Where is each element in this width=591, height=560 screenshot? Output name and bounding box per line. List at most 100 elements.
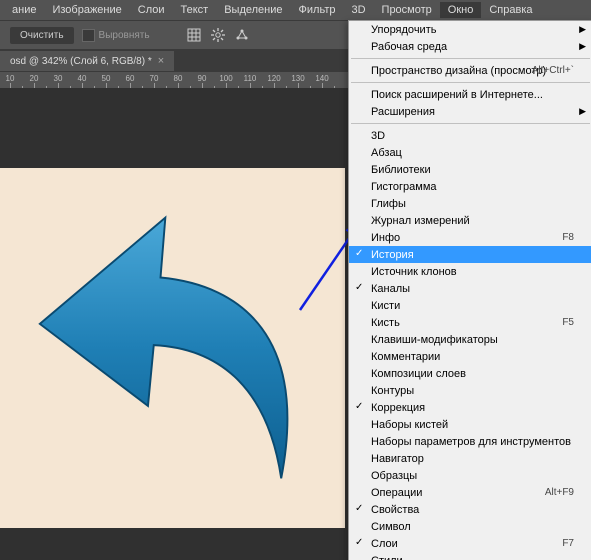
align-label: Выровнять: [99, 30, 150, 41]
menu-item-слои[interactable]: ✓ Слои F7: [349, 535, 591, 552]
menu-item-label: Свойства: [371, 504, 419, 516]
menu-item-свойства[interactable]: ✓Свойства: [349, 501, 591, 518]
checkbox-icon: [82, 29, 95, 42]
menu-shortcut: F5: [562, 317, 574, 328]
menu-item-комментарии[interactable]: Комментарии: [349, 348, 591, 365]
menu-item-поиск-расширений-в-интернете-[interactable]: Поиск расширений в Интернете...: [349, 86, 591, 103]
menu-separator: [351, 58, 590, 59]
menu-separator: [351, 123, 590, 124]
ruler-tick-label: 10: [6, 74, 15, 83]
menu-item-наборы-кистей[interactable]: Наборы кистей: [349, 416, 591, 433]
ruler-tick-label: 120: [267, 74, 280, 83]
ruler-tick-label: 90: [198, 74, 207, 83]
menu-item-label: Клавиши-модификаторы: [371, 334, 498, 346]
ruler-tick-label: 100: [219, 74, 232, 83]
menu-item-источник-клонов[interactable]: Источник клонов: [349, 263, 591, 280]
menu-item-библиотеки[interactable]: Библиотеки: [349, 161, 591, 178]
menu-текст[interactable]: Текст: [173, 2, 217, 18]
menu-item-рабочая-среда[interactable]: Рабочая среда▶: [349, 38, 591, 55]
menu-item-операции[interactable]: Операции Alt+F9: [349, 484, 591, 501]
ruler-tick-label: 80: [174, 74, 183, 83]
menu-item-навигатор[interactable]: Навигатор: [349, 450, 591, 467]
menu-shortcut: F7: [562, 538, 574, 549]
menu-item-label: Журнал измерений: [371, 215, 470, 227]
menu-item-каналы[interactable]: ✓Каналы: [349, 280, 591, 297]
clear-button[interactable]: Очистить: [10, 27, 74, 44]
menu-item-label: Комментарии: [371, 351, 440, 363]
ruler-tick-label: 110: [244, 74, 257, 83]
menu-item-журнал-измерений[interactable]: Журнал измерений: [349, 212, 591, 229]
ruler-tick-label: 50: [102, 74, 111, 83]
document-tab[interactable]: osd @ 342% (Слой 6, RGB/8) * ×: [0, 51, 174, 71]
menu-item-label: Рабочая среда: [371, 41, 447, 53]
menu-item-label: Глифы: [371, 198, 406, 210]
menu-item-символ[interactable]: Символ: [349, 518, 591, 535]
ruler-tick-label: 130: [291, 74, 304, 83]
menu-3d[interactable]: 3D: [343, 2, 373, 18]
ruler-tick-label: 140: [315, 74, 328, 83]
gear-icon[interactable]: [210, 27, 226, 43]
menu-item-label: Наборы параметров для инструментов: [371, 436, 571, 448]
menu-item-label: Источник клонов: [371, 266, 457, 278]
menu-item-наборы-параметров-для-инструментов[interactable]: Наборы параметров для инструментов: [349, 433, 591, 450]
menu-справка[interactable]: Справка: [481, 2, 540, 18]
menu-item-кисти[interactable]: Кисти: [349, 297, 591, 314]
menu-изображение[interactable]: Изображение: [44, 2, 129, 18]
menu-item-образцы[interactable]: Образцы: [349, 467, 591, 484]
menu-item-коррекция[interactable]: ✓Коррекция: [349, 399, 591, 416]
ruler-tick-label: 60: [126, 74, 135, 83]
menu-фильтр[interactable]: Фильтр: [291, 2, 344, 18]
menu-item-label: Каналы: [371, 283, 410, 295]
menu-слои[interactable]: Слои: [130, 2, 173, 18]
menu-item-инфо[interactable]: ИнфоF8: [349, 229, 591, 246]
menu-item-label: Библиотеки: [371, 164, 431, 176]
canvas-arrow-shape: [30, 208, 320, 488]
menu-просмотр[interactable]: Просмотр: [374, 2, 440, 18]
check-icon: ✓: [355, 401, 363, 412]
canvas[interactable]: [0, 168, 345, 528]
check-icon: ✓: [355, 248, 363, 259]
menu-item-label: Композиции слоев: [371, 368, 466, 380]
menu-shortcut: Alt+F9: [545, 487, 574, 498]
menu-ание[interactable]: ание: [4, 2, 44, 18]
menu-item-label: Слои: [371, 538, 398, 550]
menu-item-пространство-дизайна-просмотр-[interactable]: Пространство дизайна (просмотр)Alt+Ctrl+…: [349, 62, 591, 79]
menu-item-label: Стили: [371, 555, 403, 560]
menu-item-упорядочить[interactable]: Упорядочить ▶: [349, 21, 591, 38]
menu-выделение[interactable]: Выделение: [216, 2, 290, 18]
align-checkbox[interactable]: Выровнять: [82, 29, 150, 42]
menu-item-история[interactable]: ✓История: [349, 246, 591, 263]
ruler-tick-label: 70: [150, 74, 159, 83]
menu-item-абзац[interactable]: Абзац: [349, 144, 591, 161]
menu-item-клавиши-модификаторы[interactable]: Клавиши-модификаторы: [349, 331, 591, 348]
menu-item-3d[interactable]: 3D: [349, 127, 591, 144]
submenu-arrow-icon: ▶: [579, 24, 586, 35]
menu-item-label: Кисть: [371, 317, 400, 329]
window-menu-dropdown: Упорядочить▶Рабочая среда▶Пространство д…: [348, 20, 591, 560]
menu-item-label: Контуры: [371, 385, 414, 397]
menu-item-label: Абзац: [371, 147, 402, 159]
menu-item-label: Гистограмма: [371, 181, 437, 193]
menu-item-расширения[interactable]: Расширения▶: [349, 103, 591, 120]
menu-item-label: Пространство дизайна (просмотр): [371, 65, 546, 77]
menu-item-label: Операции: [371, 487, 422, 499]
check-icon: ✓: [355, 537, 363, 548]
triad-icon[interactable]: [234, 27, 250, 43]
menu-item-контуры[interactable]: Контуры: [349, 382, 591, 399]
menu-item-label: Поиск расширений в Интернете...: [371, 89, 543, 101]
submenu-arrow-icon: ▶: [579, 106, 586, 117]
menu-окно[interactable]: Окно: [440, 2, 482, 18]
menu-item-гистограмма[interactable]: Гистограмма: [349, 178, 591, 195]
menu-item-стили[interactable]: Стили: [349, 552, 591, 560]
menu-item-глифы[interactable]: Глифы: [349, 195, 591, 212]
close-icon[interactable]: ×: [158, 55, 164, 67]
menu-item-label: Упорядочить: [371, 24, 436, 36]
ruler-tick-label: 20: [30, 74, 39, 83]
menu-item-кисть[interactable]: Кисть F5: [349, 314, 591, 331]
menu-item-композиции-слоев[interactable]: Композиции слоев: [349, 365, 591, 382]
menu-item-label: 3D: [371, 130, 385, 142]
menu-item-label: Кисти: [371, 300, 400, 312]
menu-item-label: Образцы: [371, 470, 417, 482]
menu-shortcut: F8: [562, 232, 574, 243]
grid-icon[interactable]: [186, 27, 202, 43]
